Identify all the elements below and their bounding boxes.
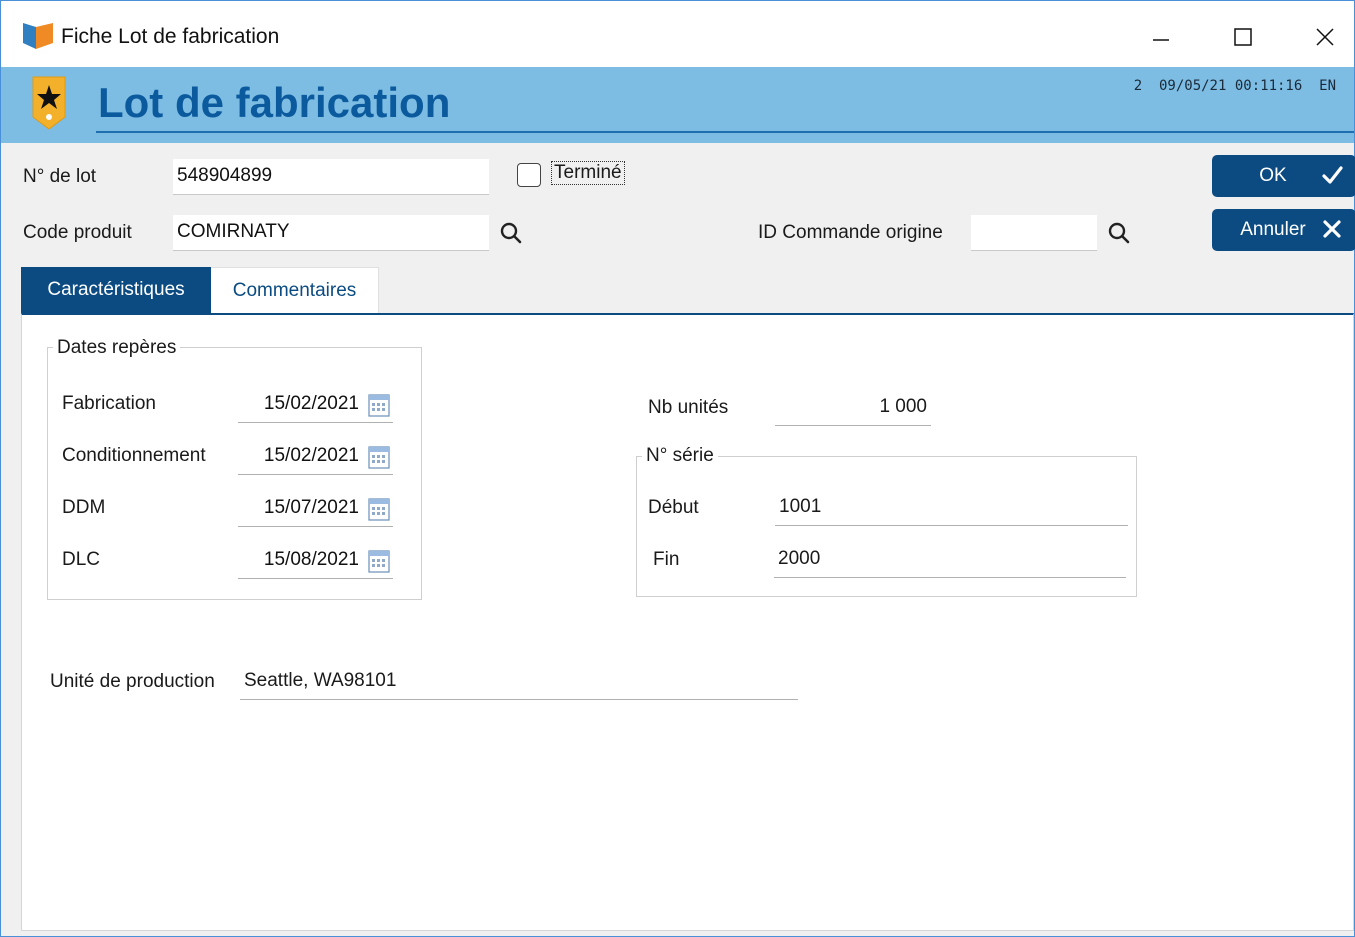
serial-end-label: Fin	[653, 549, 680, 570]
calendar-icon[interactable]	[367, 548, 391, 574]
finished-checkbox[interactable]	[517, 163, 541, 187]
title-bar: Fiche Lot de fabrication	[1, 1, 1354, 69]
close-icon	[1316, 28, 1334, 46]
checkmark-icon	[1322, 166, 1343, 184]
ddm-date-label: DDM	[62, 497, 106, 518]
packaging-date-value: 15/02/2021	[263, 445, 359, 466]
fabrication-date-input[interactable]: 15/02/2021	[238, 387, 393, 423]
star-badge-icon	[32, 76, 66, 130]
serial-start-input[interactable]: 1001	[775, 490, 1128, 526]
calendar-icon[interactable]	[367, 392, 391, 418]
page-title: Lot de fabrication	[98, 79, 451, 126]
minimize-icon	[1153, 39, 1169, 41]
dates-group-title: Dates repères	[53, 337, 181, 359]
header-underline	[96, 131, 1354, 133]
packaging-date-label: Conditionnement	[62, 445, 206, 466]
maximize-icon	[1234, 28, 1252, 46]
session-info: 2 09/05/21 00:11:16 EN	[1133, 78, 1336, 94]
close-button[interactable]	[1305, 21, 1345, 53]
minimize-button[interactable]	[1141, 21, 1181, 53]
ok-button[interactable]: OK	[1212, 155, 1355, 197]
serial-end-input[interactable]: 2000	[774, 542, 1126, 578]
product-code-label: Code produit	[23, 222, 132, 243]
ddm-date-value: 15/07/2021	[263, 497, 359, 518]
production-unit-input[interactable]: Seattle, WA98101	[240, 664, 798, 700]
units-input[interactable]: 1 000	[775, 390, 931, 426]
dlc-date-input[interactable]: 15/08/2021	[238, 543, 393, 579]
product-code-input[interactable]: COMIRNATY	[173, 215, 489, 251]
lot-number-input[interactable]: 548904899	[173, 159, 489, 195]
order-id-input[interactable]	[971, 215, 1097, 251]
cancel-button[interactable]: Annuler	[1212, 209, 1355, 251]
dlc-date-label: DLC	[62, 549, 101, 570]
lot-number-label: N° de lot	[23, 166, 97, 187]
close-x-icon	[1323, 220, 1341, 238]
dialog-window: Fiche Lot de fabrication Lot de fabricat…	[0, 0, 1355, 937]
fabrication-date-value: 15/02/2021	[263, 393, 359, 414]
app-logo-icon	[23, 23, 53, 49]
tab-characteristics[interactable]: Caractéristiques	[21, 267, 211, 313]
ddm-date-input[interactable]: 15/07/2021	[238, 491, 393, 527]
maximize-button[interactable]	[1223, 21, 1263, 53]
finished-checkbox-label[interactable]: Terminé	[551, 161, 625, 185]
calendar-icon[interactable]	[367, 496, 391, 522]
order-search-icon[interactable]	[1107, 221, 1133, 247]
order-id-label: ID Commande origine	[758, 222, 943, 243]
dlc-date-value: 15/08/2021	[263, 549, 359, 570]
product-search-icon[interactable]	[499, 221, 525, 247]
units-label: Nb unités	[648, 397, 729, 418]
serial-start-label: Début	[648, 497, 699, 518]
packaging-date-input[interactable]: 15/02/2021	[238, 439, 393, 475]
tab-comments[interactable]: Commentaires	[211, 267, 379, 313]
calendar-icon[interactable]	[367, 444, 391, 470]
fabrication-date-label: Fabrication	[62, 393, 156, 414]
window-title: Fiche Lot de fabrication	[61, 25, 280, 48]
serial-group-title: N° série	[642, 445, 718, 467]
cancel-button-label: Annuler	[1240, 219, 1306, 240]
ok-button-label: OK	[1259, 165, 1287, 186]
production-unit-label: Unité de production	[50, 671, 215, 692]
